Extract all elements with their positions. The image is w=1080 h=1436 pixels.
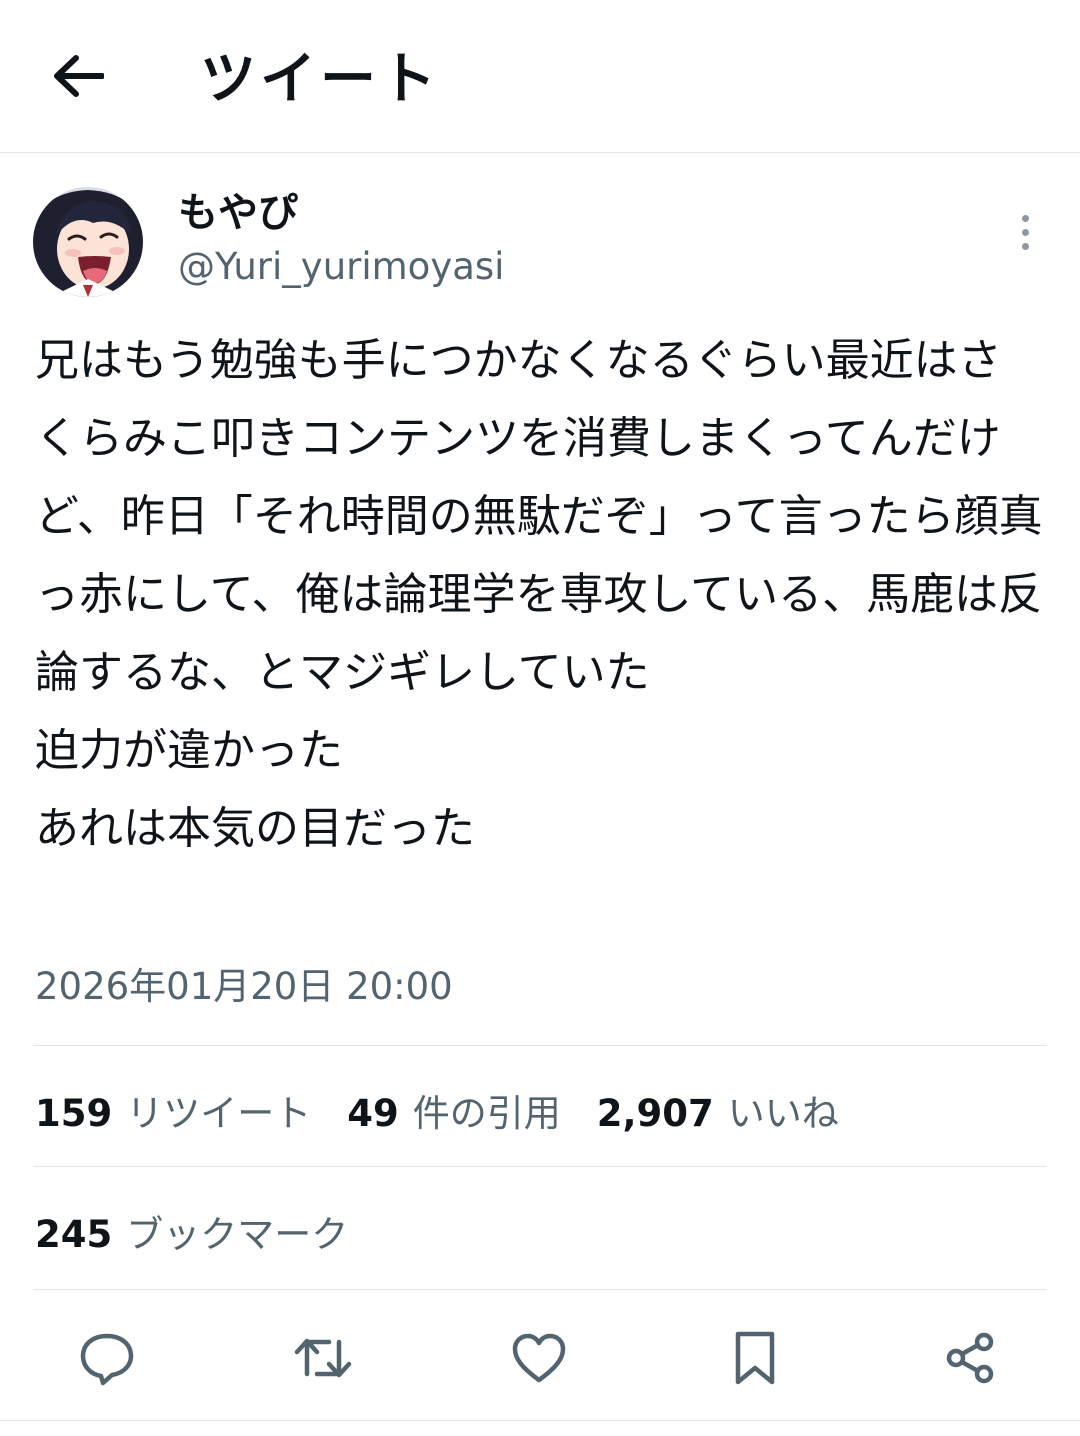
- back-button[interactable]: [40, 38, 116, 114]
- divider: [33, 1045, 1047, 1046]
- tweet-timestamp[interactable]: 2026年01月20日 20:00: [35, 962, 453, 1012]
- divider: [33, 1289, 1047, 1290]
- share-icon: [946, 1332, 994, 1384]
- more-dot-icon: [1021, 214, 1029, 222]
- like-count-value: 2,907: [596, 1092, 714, 1135]
- author-handle[interactable]: @Yuri_yurimoyasi: [178, 242, 504, 292]
- bookmark-stats: 245 ブックマーク: [35, 1204, 384, 1258]
- quote-count-value: 49: [347, 1092, 399, 1135]
- more-dot-icon: [1021, 228, 1029, 236]
- share-button[interactable]: [932, 1320, 1008, 1396]
- like-button[interactable]: [501, 1320, 577, 1396]
- tweet-text: 兄はもう勉強も手につかなくなるぐらい最近はさくらみこ叩きコンテンツを消費しまくっ…: [35, 335, 1043, 854]
- divider: [0, 1420, 1080, 1421]
- retweet-count[interactable]: 159 リツイート: [35, 1083, 311, 1137]
- quote-count[interactable]: 49 件の引用: [347, 1083, 561, 1137]
- engagement-stats: 159 リツイート 49 件の引用 2,907 いいね: [35, 1083, 875, 1137]
- retweet-button[interactable]: [285, 1320, 361, 1396]
- divider: [33, 1166, 1047, 1167]
- bookmark-count-label: ブックマーク: [126, 1213, 349, 1256]
- avatar[interactable]: [33, 187, 143, 297]
- page-title: ツイート: [200, 47, 440, 112]
- bookmark-button[interactable]: [717, 1320, 793, 1396]
- author-display-name[interactable]: もやぴ: [178, 186, 298, 240]
- retweet-icon: [294, 1338, 352, 1378]
- reply-icon: [80, 1333, 134, 1386]
- more-options-button[interactable]: [1000, 205, 1050, 259]
- anime-girl-avatar: [33, 187, 143, 297]
- quote-count-label: 件の引用: [412, 1092, 561, 1135]
- like-count-label: いいね: [727, 1092, 839, 1135]
- like-count[interactable]: 2,907 いいね: [597, 1083, 839, 1137]
- retweet-count-label: リツイート: [126, 1092, 312, 1135]
- like-icon: [512, 1333, 566, 1383]
- arrow-left-icon: [54, 55, 104, 97]
- more-dot-icon: [1021, 242, 1029, 250]
- top-bar: ツイート: [0, 0, 1080, 153]
- bookmark-icon: [735, 1331, 775, 1385]
- retweet-count-value: 159: [35, 1092, 113, 1135]
- bookmark-count[interactable]: 245 ブックマーク: [35, 1204, 348, 1258]
- reply-button[interactable]: [69, 1320, 145, 1396]
- bookmark-count-value: 245: [35, 1213, 113, 1256]
